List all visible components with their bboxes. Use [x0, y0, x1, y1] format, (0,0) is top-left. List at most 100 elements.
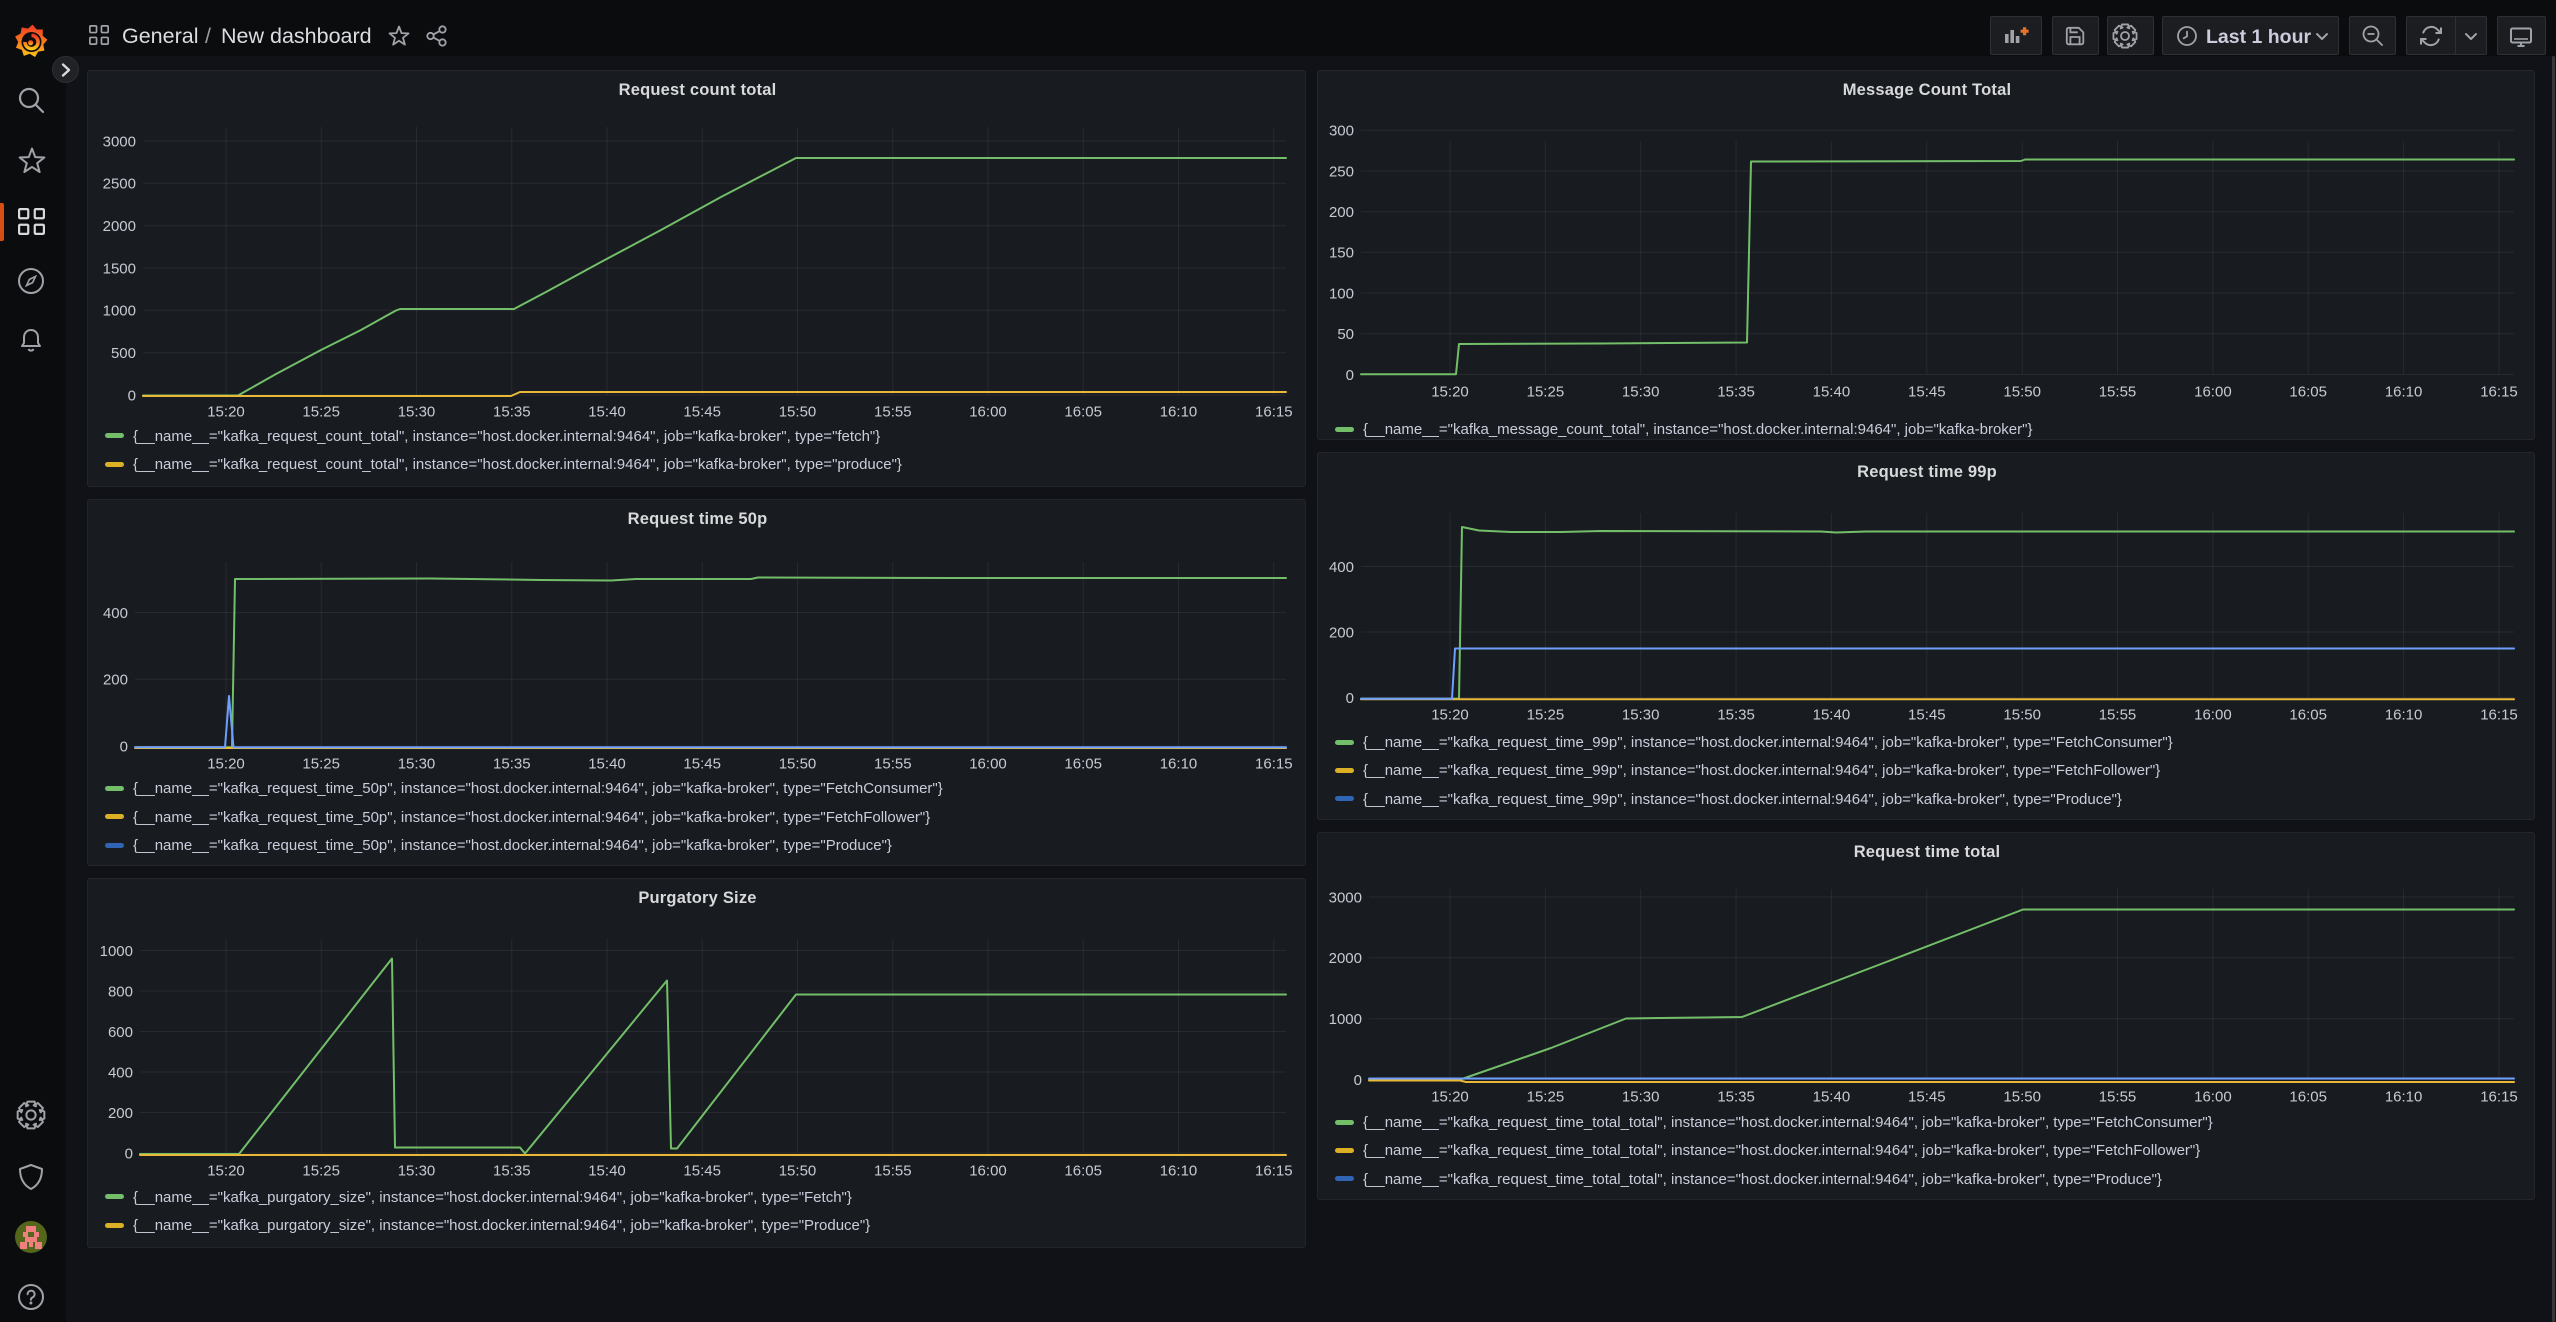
svg-text:0: 0 — [1346, 367, 1354, 384]
svg-text:16:05: 16:05 — [1064, 755, 1102, 772]
svg-text:15:25: 15:25 — [302, 1162, 340, 1179]
svg-text:16:00: 16:00 — [2194, 1088, 2232, 1105]
svg-text:50: 50 — [1337, 326, 1354, 343]
svg-text:2500: 2500 — [103, 176, 136, 193]
svg-text:300: 300 — [1329, 123, 1354, 140]
svg-text:15:35: 15:35 — [1717, 383, 1755, 400]
svg-text:150: 150 — [1329, 245, 1354, 262]
svg-text:15:40: 15:40 — [1813, 1088, 1851, 1105]
svg-text:500: 500 — [111, 345, 136, 362]
svg-text:16:00: 16:00 — [969, 1162, 1007, 1179]
svg-text:16:05: 16:05 — [2289, 1088, 2327, 1105]
svg-text:15:20: 15:20 — [207, 1162, 245, 1179]
svg-text:200: 200 — [1329, 204, 1354, 221]
svg-text:16:00: 16:00 — [969, 755, 1007, 772]
svg-text:15:40: 15:40 — [588, 403, 626, 420]
svg-text:15:45: 15:45 — [1908, 706, 1946, 723]
svg-text:0: 0 — [125, 1145, 133, 1162]
svg-text:16:10: 16:10 — [2385, 383, 2423, 400]
svg-text:200: 200 — [103, 672, 128, 689]
svg-text:15:50: 15:50 — [779, 1162, 817, 1179]
svg-text:15:30: 15:30 — [1622, 383, 1660, 400]
svg-text:15:45: 15:45 — [683, 403, 721, 420]
svg-text:200: 200 — [108, 1105, 133, 1122]
svg-text:2000: 2000 — [103, 218, 136, 235]
svg-text:15:35: 15:35 — [1717, 1088, 1755, 1105]
svg-text:15:50: 15:50 — [2003, 1088, 2041, 1105]
svg-text:15:55: 15:55 — [2099, 706, 2137, 723]
svg-text:400: 400 — [108, 1064, 133, 1081]
svg-text:16:00: 16:00 — [969, 403, 1007, 420]
svg-text:800: 800 — [108, 983, 133, 1000]
svg-text:15:20: 15:20 — [1431, 1088, 1469, 1105]
svg-text:1000: 1000 — [1329, 1011, 1362, 1028]
svg-text:15:35: 15:35 — [493, 403, 531, 420]
svg-text:0: 0 — [128, 387, 136, 404]
svg-text:15:25: 15:25 — [1527, 383, 1565, 400]
svg-text:100: 100 — [1329, 285, 1354, 302]
svg-text:16:15: 16:15 — [2480, 1088, 2518, 1105]
svg-text:15:40: 15:40 — [588, 1162, 626, 1179]
svg-text:15:20: 15:20 — [207, 755, 245, 772]
svg-text:15:45: 15:45 — [1908, 1088, 1946, 1105]
svg-text:16:15: 16:15 — [1255, 1162, 1293, 1179]
svg-text:15:35: 15:35 — [1717, 706, 1755, 723]
svg-text:16:15: 16:15 — [2480, 706, 2518, 723]
svg-text:1000: 1000 — [103, 303, 136, 320]
svg-text:16:15: 16:15 — [1255, 403, 1293, 420]
svg-text:1500: 1500 — [103, 260, 136, 277]
svg-text:15:55: 15:55 — [2099, 383, 2137, 400]
svg-text:15:30: 15:30 — [398, 755, 436, 772]
svg-text:15:25: 15:25 — [1527, 706, 1565, 723]
svg-text:3000: 3000 — [1329, 889, 1362, 906]
svg-text:400: 400 — [103, 605, 128, 622]
svg-text:15:40: 15:40 — [1813, 706, 1851, 723]
svg-text:15:25: 15:25 — [302, 403, 340, 420]
svg-text:15:55: 15:55 — [2099, 1088, 2137, 1105]
svg-text:15:25: 15:25 — [302, 755, 340, 772]
svg-text:15:35: 15:35 — [493, 1162, 531, 1179]
svg-text:15:30: 15:30 — [398, 403, 436, 420]
svg-text:16:05: 16:05 — [1064, 1162, 1102, 1179]
svg-text:16:10: 16:10 — [2385, 1088, 2423, 1105]
svg-text:15:55: 15:55 — [874, 755, 912, 772]
svg-text:16:05: 16:05 — [1064, 403, 1102, 420]
svg-text:15:50: 15:50 — [2003, 706, 2041, 723]
svg-text:0: 0 — [120, 739, 128, 756]
svg-text:0: 0 — [1354, 1072, 1362, 1089]
svg-text:15:30: 15:30 — [398, 1162, 436, 1179]
svg-text:16:00: 16:00 — [2194, 383, 2232, 400]
svg-text:15:50: 15:50 — [2003, 383, 2041, 400]
svg-text:16:10: 16:10 — [2385, 706, 2423, 723]
svg-text:16:05: 16:05 — [2289, 383, 2327, 400]
svg-text:600: 600 — [108, 1024, 133, 1041]
svg-text:0: 0 — [1346, 690, 1354, 707]
svg-text:15:35: 15:35 — [493, 755, 531, 772]
svg-text:15:40: 15:40 — [588, 755, 626, 772]
svg-text:16:10: 16:10 — [1160, 403, 1198, 420]
svg-text:15:40: 15:40 — [1813, 383, 1851, 400]
svg-text:250: 250 — [1329, 163, 1354, 180]
svg-text:15:20: 15:20 — [1431, 706, 1469, 723]
svg-text:15:45: 15:45 — [1908, 383, 1946, 400]
svg-text:15:20: 15:20 — [207, 403, 245, 420]
svg-text:15:55: 15:55 — [874, 403, 912, 420]
svg-text:16:05: 16:05 — [2289, 706, 2327, 723]
svg-text:15:50: 15:50 — [779, 403, 817, 420]
svg-text:3000: 3000 — [103, 133, 136, 150]
svg-text:2000: 2000 — [1329, 950, 1362, 967]
svg-text:200: 200 — [1329, 624, 1354, 641]
svg-text:16:00: 16:00 — [2194, 706, 2232, 723]
svg-text:15:30: 15:30 — [1622, 1088, 1660, 1105]
svg-text:16:10: 16:10 — [1160, 755, 1198, 772]
svg-text:400: 400 — [1329, 559, 1354, 576]
svg-text:15:25: 15:25 — [1527, 1088, 1565, 1105]
svg-text:15:50: 15:50 — [779, 755, 817, 772]
svg-text:15:45: 15:45 — [683, 1162, 721, 1179]
svg-text:16:15: 16:15 — [2480, 383, 2518, 400]
svg-text:15:20: 15:20 — [1431, 383, 1469, 400]
svg-text:16:10: 16:10 — [1160, 1162, 1198, 1179]
svg-text:1000: 1000 — [100, 943, 133, 960]
svg-text:15:30: 15:30 — [1622, 706, 1660, 723]
svg-text:15:55: 15:55 — [874, 1162, 912, 1179]
